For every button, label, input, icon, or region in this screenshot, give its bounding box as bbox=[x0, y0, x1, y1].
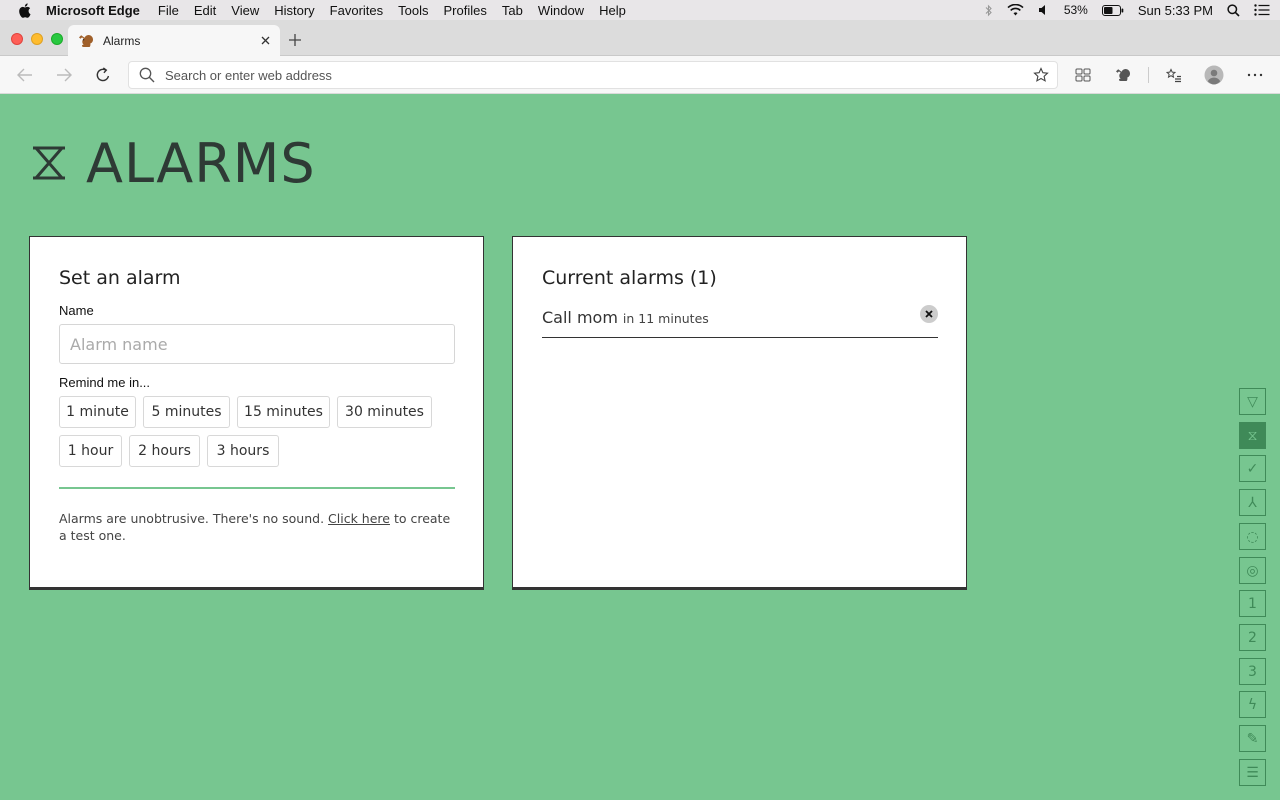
create-test-alarm-link[interactable]: Click here bbox=[328, 511, 390, 526]
spotlight-search-icon[interactable] bbox=[1227, 3, 1240, 17]
current-alarms-card: Current alarms (1) Call mom in 11 minutes bbox=[512, 236, 967, 590]
bluetooth-icon[interactable] bbox=[985, 4, 993, 17]
remind-3-hours-button[interactable]: 3 hours bbox=[207, 435, 279, 467]
remind-30-minutes-button[interactable]: 30 minutes bbox=[337, 396, 432, 428]
menubar-status-area: 53% Sun 5:33 PM bbox=[985, 0, 1270, 20]
rail-target-icon[interactable]: ◎ bbox=[1239, 557, 1266, 584]
window-close-button[interactable] bbox=[11, 33, 23, 45]
rail-branch-icon[interactable]: ⅄ bbox=[1239, 489, 1266, 516]
rail-menu-icon[interactable]: ☰ bbox=[1239, 759, 1266, 786]
remind-1-minute-button[interactable]: 1 minute bbox=[59, 396, 136, 428]
notification-center-icon[interactable] bbox=[1254, 4, 1270, 16]
back-arrow-icon[interactable] bbox=[15, 65, 35, 85]
rail-digit-three-icon[interactable]: 3 bbox=[1239, 658, 1266, 685]
menubar-file[interactable]: File bbox=[158, 3, 179, 18]
rail-lightning-icon[interactable]: ϟ bbox=[1239, 691, 1266, 718]
search-icon bbox=[139, 67, 155, 83]
new-tab-plus-icon[interactable] bbox=[286, 31, 304, 49]
squirrel-favicon-icon bbox=[78, 33, 94, 49]
tab-close-icon[interactable] bbox=[258, 33, 272, 47]
tab-title: Alarms bbox=[103, 34, 141, 48]
remind-2-hours-button[interactable]: 2 hours bbox=[129, 435, 200, 467]
note-prefix: Alarms are unobtrusive. There's no sound… bbox=[59, 511, 329, 526]
remind-1-hour-button[interactable]: 1 hour bbox=[59, 435, 122, 467]
window-minimize-button[interactable] bbox=[31, 33, 43, 45]
toolbar-divider bbox=[1148, 67, 1149, 83]
remind-5-minutes-button[interactable]: 5 minutes bbox=[143, 396, 230, 428]
rail-check-icon[interactable]: ✓ bbox=[1239, 455, 1266, 482]
set-alarm-heading: Set an alarm bbox=[59, 267, 181, 289]
menubar-window[interactable]: Window bbox=[538, 3, 584, 18]
remind-15-minutes-button[interactable]: 15 minutes bbox=[237, 396, 330, 428]
rail-hourglass-icon[interactable]: ⧖ bbox=[1239, 422, 1266, 449]
menubar-app-name[interactable]: Microsoft Edge bbox=[46, 3, 140, 18]
menubar-view[interactable]: View bbox=[231, 3, 259, 18]
page-title: ALARMS bbox=[30, 132, 316, 195]
alarm-name-input[interactable] bbox=[59, 324, 455, 364]
remove-alarm-close-icon[interactable] bbox=[920, 305, 938, 323]
menubar-tab[interactable]: Tab bbox=[502, 3, 523, 18]
menubar-clock[interactable]: Sun 5:33 PM bbox=[1138, 3, 1213, 18]
wifi-icon[interactable] bbox=[1007, 4, 1024, 16]
more-options-icon[interactable] bbox=[1245, 65, 1265, 85]
menubar-help[interactable]: Help bbox=[599, 3, 626, 18]
menubar-profiles[interactable]: Profiles bbox=[444, 3, 487, 18]
test-alarm-note: Alarms are unobtrusive. There's no sound… bbox=[59, 510, 459, 544]
alarm-list-item: Call mom in 11 minutes bbox=[542, 301, 938, 338]
divider-line bbox=[59, 487, 455, 489]
tab-strip: Alarms bbox=[0, 20, 1280, 57]
apple-icon[interactable] bbox=[18, 2, 32, 18]
set-alarm-card: Set an alarm Name Remind me in... 1 minu… bbox=[29, 236, 484, 590]
alarm-item-label: Call mom in 11 minutes bbox=[542, 308, 709, 327]
rail-circle-dot-icon[interactable]: ◌ bbox=[1239, 523, 1266, 550]
menubar-history[interactable]: History bbox=[274, 3, 314, 18]
menubar-tools[interactable]: Tools bbox=[398, 3, 428, 18]
rail-triangle-icon[interactable]: ▽ bbox=[1239, 388, 1266, 415]
hourglass-icon bbox=[30, 143, 70, 183]
menubar-favorites[interactable]: Favorites bbox=[330, 3, 383, 18]
name-label: Name bbox=[59, 303, 94, 318]
profile-avatar-icon[interactable] bbox=[1204, 65, 1224, 85]
rail-digit-one-icon[interactable]: 1 bbox=[1239, 590, 1266, 617]
browser-toolbar bbox=[0, 56, 1280, 94]
favorite-star-icon[interactable] bbox=[1033, 67, 1049, 83]
alarm-item-time: in 11 minutes bbox=[622, 311, 709, 326]
forward-arrow-icon[interactable] bbox=[54, 65, 74, 85]
alarm-item-name: Call mom bbox=[542, 308, 618, 327]
favorites-list-icon[interactable] bbox=[1164, 65, 1184, 85]
window-zoom-button[interactable] bbox=[51, 33, 63, 45]
macos-menubar: Microsoft Edge File Edit View History Fa… bbox=[0, 0, 1280, 20]
rail-pencil-icon[interactable]: ✎ bbox=[1239, 725, 1266, 752]
battery-percent: 53% bbox=[1063, 3, 1088, 17]
page-title-text: ALARMS bbox=[86, 131, 316, 195]
address-bar[interactable] bbox=[128, 61, 1058, 89]
squirrel-extension-icon[interactable] bbox=[1113, 65, 1133, 85]
collections-icon[interactable] bbox=[1073, 65, 1093, 85]
rail-digit-two-icon[interactable]: 2 bbox=[1239, 624, 1266, 651]
address-input[interactable] bbox=[165, 67, 1005, 83]
current-alarms-heading: Current alarms (1) bbox=[542, 267, 717, 289]
battery-icon[interactable] bbox=[1101, 4, 1124, 16]
volume-icon[interactable] bbox=[1038, 4, 1050, 16]
menubar-edit[interactable]: Edit bbox=[194, 3, 216, 18]
refresh-icon[interactable] bbox=[93, 65, 113, 85]
browser-tab-alarms[interactable]: Alarms bbox=[68, 25, 280, 57]
remind-label: Remind me in... bbox=[59, 375, 151, 390]
